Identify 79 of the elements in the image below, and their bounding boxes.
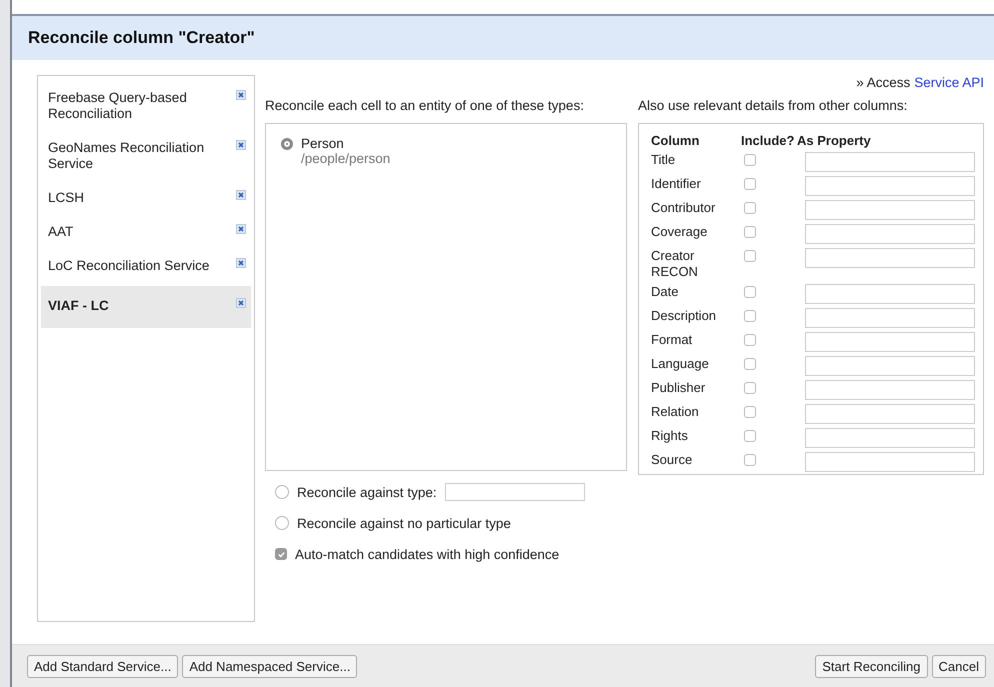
property-input-field[interactable] (805, 380, 975, 400)
property-input-field[interactable] (805, 200, 975, 220)
property-input-field[interactable] (805, 332, 975, 352)
include-checkbox[interactable] (744, 226, 756, 238)
type-name: Person (301, 136, 345, 151)
column-name: Coverage (651, 224, 708, 240)
dialog-title: Reconcile column "Creator" (28, 28, 255, 48)
include-checkbox[interactable] (744, 430, 756, 442)
include-checkbox[interactable] (744, 406, 756, 418)
service-item[interactable]: LCSH (41, 184, 251, 218)
option-radio[interactable] (275, 485, 289, 499)
service-name: VIAF - LC (48, 298, 109, 314)
footer-button[interactable]: Cancel (932, 654, 986, 678)
property-input-field[interactable] (805, 224, 975, 244)
column-name: Creator RECON (651, 248, 699, 280)
option-label: Auto-match candidates with high confidence (295, 546, 560, 562)
service-item[interactable]: GeoNames Reconciliation Service (41, 134, 251, 184)
remove-icon[interactable] (236, 298, 246, 308)
column-name: Format (651, 332, 694, 348)
include-checkbox[interactable] (744, 250, 756, 262)
column-name: Date (651, 284, 680, 300)
property-input-field[interactable] (805, 176, 975, 196)
column-name: Contributor (651, 200, 716, 216)
include-checkbox[interactable] (744, 178, 756, 190)
property-input-field[interactable] (805, 308, 975, 328)
service-item[interactable]: Freebase Query-based Reconciliation (41, 84, 251, 134)
property-input-field[interactable] (805, 248, 975, 268)
column-name: Source (651, 452, 694, 468)
include-checkbox[interactable] (744, 154, 756, 166)
type-radio[interactable] (281, 138, 293, 150)
remove-icon[interactable] (236, 140, 246, 150)
footer-button[interactable]: Add Standard Service... (27, 654, 178, 678)
property-input-field[interactable] (805, 356, 975, 376)
column-name: Title (651, 152, 676, 168)
remove-icon[interactable] (236, 190, 246, 200)
include-checkbox[interactable] (744, 202, 756, 214)
service-item[interactable]: VIAF - LC (41, 286, 251, 328)
option-label: Reconcile against type: (297, 484, 437, 500)
include-checkbox[interactable] (744, 286, 756, 298)
property-input-field[interactable] (805, 428, 975, 448)
service-item[interactable]: LoC Reconciliation Service (41, 252, 251, 286)
remove-icon[interactable] (236, 258, 246, 268)
column-name: Relation (651, 404, 700, 420)
service-name: Freebase Query-based Reconciliation (48, 90, 188, 122)
property-input-field[interactable] (805, 404, 975, 424)
include-checkbox[interactable] (744, 382, 756, 394)
include-checkbox[interactable] (744, 454, 756, 466)
service-name: AAT (48, 224, 74, 240)
service-name: LoC Reconciliation Service (48, 258, 210, 274)
include-checkbox[interactable] (744, 334, 756, 346)
column-header: As Property (797, 133, 872, 148)
property-input-field[interactable] (805, 152, 975, 172)
types-label: Reconcile each cell to an entity of one of these types: (265, 98, 585, 113)
type-input-field[interactable] (444, 483, 585, 501)
checkmark-icon (276, 550, 286, 558)
remove-icon[interactable] (236, 224, 246, 234)
service-item[interactable]: AAT (41, 218, 251, 252)
option-label: Reconcile against no particular type (297, 516, 511, 530)
api-prefix: » Access (856, 75, 910, 90)
include-checkbox[interactable] (744, 358, 756, 370)
column-name: Rights (651, 428, 689, 444)
type-path: /people/person (301, 151, 390, 166)
include-checkbox[interactable] (744, 310, 756, 322)
option-checkbox[interactable] (275, 548, 287, 560)
option-radio[interactable] (275, 516, 289, 530)
details-label: Also use relevant details from other columns: (638, 98, 908, 113)
footer-button[interactable]: Start Reconciling (815, 654, 928, 678)
column-name: Identifier (651, 176, 702, 192)
column-name: Language (651, 356, 710, 372)
service-api-link[interactable]: Service API (914, 75, 984, 90)
service-name: LCSH (48, 190, 84, 206)
service-name: GeoNames Reconciliation Service (48, 140, 206, 172)
column-name: Description (651, 308, 718, 324)
column-header: Column (651, 133, 700, 148)
footer-button[interactable]: Add Namespaced Service... (182, 654, 358, 678)
property-input-field[interactable] (805, 284, 975, 304)
remove-icon[interactable] (236, 90, 246, 100)
column-name: Publisher (651, 380, 706, 396)
property-input-field[interactable] (805, 452, 975, 472)
